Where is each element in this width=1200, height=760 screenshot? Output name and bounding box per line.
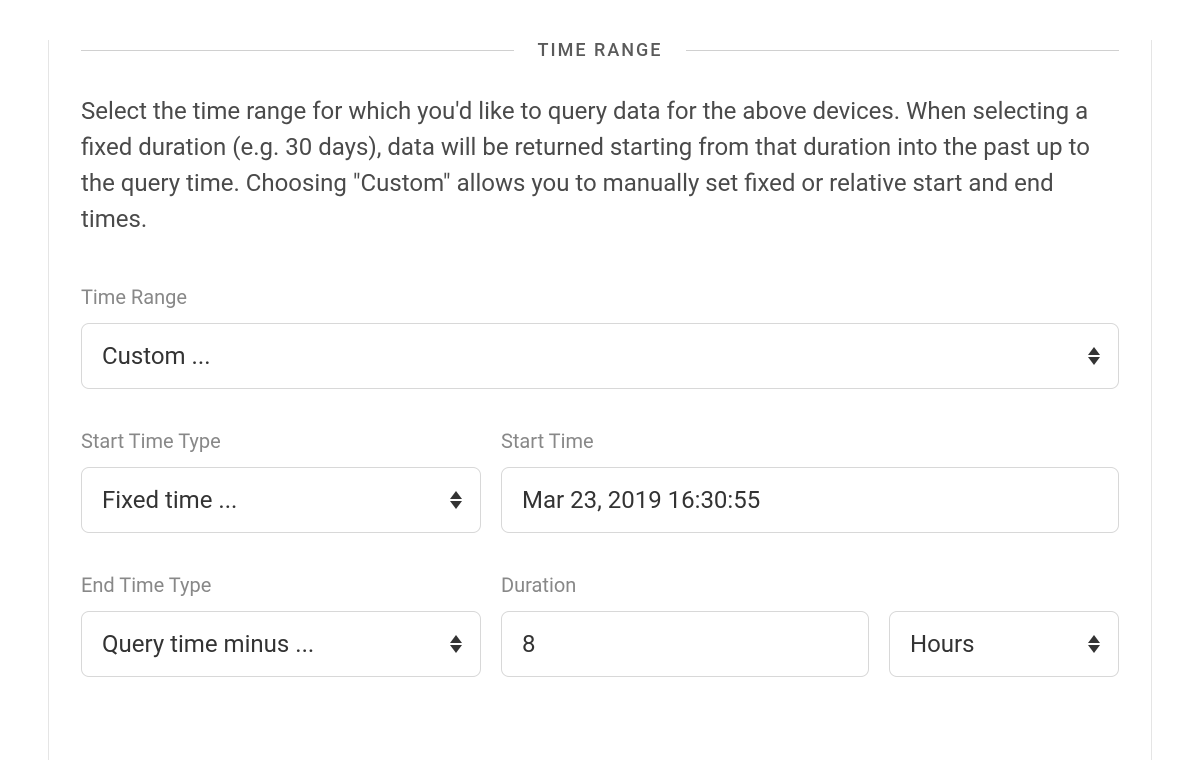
end-time-row: End Time Type Query time minus ... Durat…	[81, 573, 1119, 677]
section-title: TIME RANGE	[514, 40, 687, 61]
end-time-type-select[interactable]: Query time minus ...	[81, 611, 481, 677]
start-time-row: Start Time Type Fixed time ... Start Tim…	[81, 429, 1119, 533]
duration-label: Duration	[501, 573, 1119, 597]
start-time-type-field: Start Time Type Fixed time ...	[81, 429, 481, 533]
duration-input[interactable]	[501, 611, 869, 677]
time-range-label: Time Range	[81, 285, 1119, 309]
start-time-type-select-wrap: Fixed time ...	[81, 467, 481, 533]
duration-field: Duration Hours	[501, 573, 1119, 677]
end-time-type-label: End Time Type	[81, 573, 481, 597]
duration-unit-select[interactable]: Hours	[889, 611, 1119, 677]
section-divider: TIME RANGE	[81, 40, 1119, 61]
section-description: Select the time range for which you'd li…	[81, 93, 1119, 237]
start-time-field: Start Time	[501, 429, 1119, 533]
start-time-type-label: Start Time Type	[81, 429, 481, 453]
time-range-field: Time Range Custom ...	[81, 285, 1119, 389]
start-time-label: Start Time	[501, 429, 1119, 453]
time-range-panel: TIME RANGE Select the time range for whi…	[48, 40, 1152, 760]
end-time-type-select-wrap: Query time minus ...	[81, 611, 481, 677]
duration-unit-select-wrap: Hours	[889, 611, 1119, 677]
end-time-type-field: End Time Type Query time minus ...	[81, 573, 481, 677]
time-range-select-wrap: Custom ...	[81, 323, 1119, 389]
start-time-input[interactable]	[501, 467, 1119, 533]
start-time-type-select[interactable]: Fixed time ...	[81, 467, 481, 533]
time-range-select[interactable]: Custom ...	[81, 323, 1119, 389]
